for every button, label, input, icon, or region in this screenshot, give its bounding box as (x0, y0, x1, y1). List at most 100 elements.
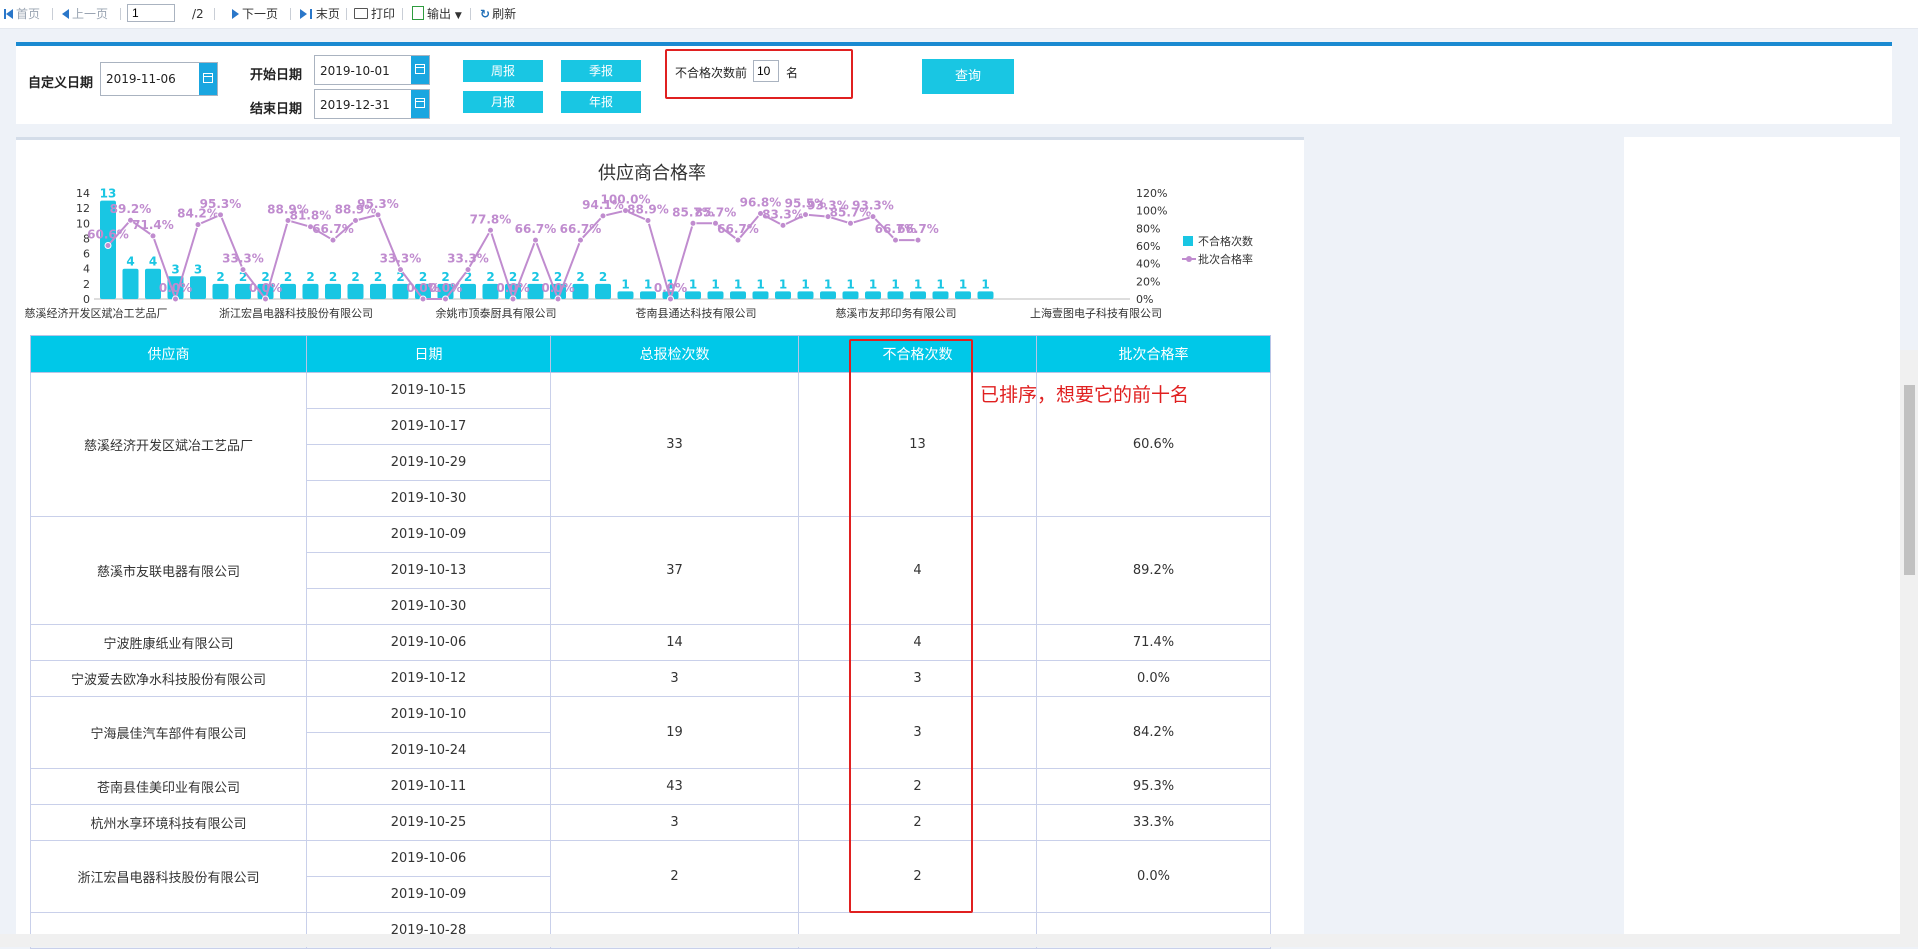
calendar-icon[interactable] (411, 56, 429, 84)
yearly-button[interactable]: 年报 (561, 91, 641, 113)
quarterly-button[interactable]: 季报 (561, 60, 641, 82)
bar-data-label: 4 (149, 255, 157, 269)
date-cell: 2019-10-09 (306, 516, 551, 553)
last-page-button[interactable]: 末页 (300, 6, 340, 22)
total-cell: 14 (550, 624, 799, 661)
x-tick-label: 慈溪市友邦印务有限公司 (836, 306, 957, 320)
chart-bar (347, 283, 364, 299)
total-cell: 19 (550, 696, 799, 769)
table-panel: 供应商 日期 总报检次数 不合格次数 批次合格率 慈溪经济开发区斌冶工艺品厂 2019-1… (16, 327, 1304, 949)
page-number-input[interactable] (127, 4, 175, 22)
x-tick-label: 苍南县通达科技有限公司 (636, 306, 757, 320)
line-data-label: 33.3% (447, 252, 489, 266)
refresh-button[interactable]: ↻ 刷新 (480, 6, 516, 22)
next-page-button[interactable]: 下一页 (232, 6, 278, 22)
last-page-icon (300, 9, 307, 19)
pass-rate-point (442, 295, 449, 303)
line-data-label: 0.0% (159, 281, 192, 295)
vertical-scrollbar-thumb[interactable] (1904, 385, 1915, 575)
bar-data-label: 1 (779, 277, 787, 291)
chart-bar (370, 283, 386, 299)
first-page-button[interactable]: 首页 (4, 6, 40, 22)
monthly-button[interactable]: 月报 (463, 91, 543, 113)
calendar-icon[interactable] (199, 63, 217, 95)
pass-rate-point (644, 216, 652, 224)
chart-bar (190, 276, 206, 299)
chart-bar (865, 291, 881, 299)
end-date-field[interactable]: 2019-12-31 (314, 89, 430, 119)
rate-cell: 0.0% (1036, 840, 1271, 913)
chart-bar (977, 291, 994, 299)
y2-tick-label: 20% (1136, 275, 1160, 288)
refresh-icon: ↻ (480, 7, 491, 21)
line-data-label: 77.8% (470, 212, 512, 226)
horizontal-scrollbar[interactable] (0, 934, 1918, 947)
chart-bar (617, 291, 634, 299)
chart-bar (887, 291, 904, 299)
date-cell: 2019-10-10 (306, 696, 551, 733)
bar-data-label: 2 (374, 270, 382, 284)
bar-data-label: 1 (914, 277, 922, 291)
supplier-cell: 浙江宏昌电器科技股份有限公司 (30, 840, 307, 913)
bar-data-label: 1 (891, 277, 899, 291)
date-cell: 2019-10-11 (306, 768, 551, 805)
date-cell: 2019-10-09 (306, 876, 551, 913)
pass-rate-point (554, 295, 562, 303)
bar-data-label: 2 (486, 270, 494, 284)
query-button[interactable]: 查询 (922, 59, 1014, 94)
last-page-label: 末页 (315, 7, 340, 21)
legend-swatch-point (1186, 256, 1192, 262)
bar-data-label: 1 (801, 277, 809, 291)
bar-data-label: 1 (689, 277, 697, 291)
chart-bar (122, 268, 139, 299)
pass-rate-point (239, 266, 247, 274)
date-cell: 2019-10-17 (306, 408, 551, 445)
bar-data-label: 1 (711, 277, 719, 291)
prev-page-button[interactable]: 上一页 (62, 6, 108, 22)
total-cell: 2 (550, 840, 799, 913)
table-row: 宁海晨佳汽车部件有限公司 2019-10-10 19 3 84.2% (30, 696, 1271, 769)
legend-label: 不合格次数 (1198, 234, 1253, 248)
rate-cell: 33.3% (1036, 804, 1271, 841)
print-label: 打印 (371, 7, 396, 21)
x-tick-label: 慈溪经济开发区斌冶工艺品厂 (25, 306, 168, 320)
bar-data-label: 1 (959, 277, 967, 291)
print-button[interactable]: 打印 (354, 6, 395, 22)
prev-page-icon (62, 9, 69, 19)
line-data-label: 0.0% (496, 281, 529, 295)
bar-data-label: 2 (351, 270, 359, 284)
chart-bar (752, 291, 769, 299)
pass-rate-point (194, 221, 202, 229)
page-total: /2 (192, 7, 204, 21)
bar-data-label: 2 (306, 270, 314, 284)
supplier-cell: 苍南县佳美印业有限公司 (30, 768, 307, 805)
pass-rate-point (532, 236, 539, 244)
x-tick-label: 浙江宏昌电器科技股份有限公司 (219, 306, 373, 320)
bar-data-label: 13 (100, 187, 117, 201)
bar-data-label: 3 (171, 262, 179, 276)
date-cell: 2019-10-24 (306, 732, 551, 769)
custom-date-value: 2019-11-06 (106, 72, 176, 86)
chart-bar (707, 291, 724, 299)
custom-date-field[interactable]: 2019-11-06 (100, 62, 218, 96)
calendar-icon[interactable] (411, 90, 429, 118)
next-page-label: 下一页 (242, 7, 279, 21)
line-data-label: 66.7% (515, 222, 557, 236)
y-tick-label: 14 (76, 187, 90, 200)
total-cell: 43 (550, 768, 799, 805)
table-row: 浙江宏昌电器科技股份有限公司 2019-10-06 2 2 0.0% (30, 840, 1271, 913)
pass-rate-point (149, 232, 157, 240)
supplier-cell: 慈溪经济开发区斌冶工艺品厂 (30, 372, 307, 517)
pass-rate-point (464, 266, 472, 274)
pass-rate-point (262, 295, 269, 303)
pass-rate-point (352, 216, 359, 224)
export-button[interactable]: 输出 ▼ (412, 6, 462, 22)
line-data-label: 0.0% (249, 281, 282, 295)
bar-data-label: 1 (756, 277, 764, 291)
start-date-field[interactable]: 2019-10-01 (314, 55, 430, 85)
table-row: 宁波爱去欧净水科技股份有限公司 2019-10-12 3 3 0.0% (30, 660, 1271, 697)
bar-data-label: 2 (216, 270, 224, 284)
date-cell: 2019-10-13 (306, 552, 551, 589)
weekly-button[interactable]: 周报 (463, 60, 543, 82)
chart-bar (685, 291, 701, 299)
